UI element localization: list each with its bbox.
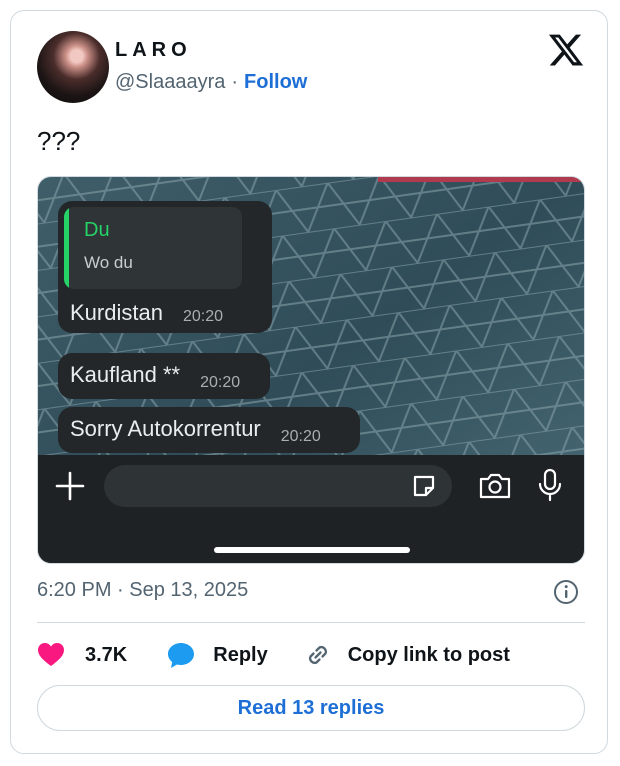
x-logo-icon[interactable] (547, 31, 585, 69)
message-input[interactable] (104, 465, 452, 507)
plus-icon[interactable] (53, 469, 87, 503)
tweet-timestamp[interactable]: 6:20 PM · Sep 13, 2025 (37, 579, 248, 602)
divider (37, 622, 585, 623)
quote-author: Du (84, 219, 110, 241)
media-attachment[interactable]: Du Wo du Kurdistan 20:20 Kaufland ** 20:… (37, 176, 585, 564)
like-count: 3.7K (85, 643, 128, 666)
copy-link-button[interactable]: Copy link to post (304, 641, 510, 669)
link-icon (308, 646, 327, 664)
message-time: 20:20 (182, 308, 223, 325)
message-bubble[interactable]: Kurdistan 20:20 (58, 295, 248, 333)
info-icon[interactable] (553, 579, 579, 605)
message-text: Sorry Autokorrentur (70, 416, 261, 441)
read-replies-button[interactable]: Read 13 replies (37, 685, 585, 731)
follow-button[interactable]: Follow (244, 71, 307, 94)
avatar[interactable] (37, 31, 109, 103)
author-name[interactable]: LARO (115, 39, 192, 62)
quoted-message[interactable]: Du Wo du (64, 207, 242, 289)
quote-text: Wo du (84, 253, 133, 272)
author-handle-row: @Slaaaayra · Follow (115, 71, 307, 94)
microphone-icon[interactable] (537, 468, 563, 502)
reply-button[interactable]: Reply (167, 641, 268, 669)
camera-icon[interactable] (478, 471, 512, 501)
message-time: 20:20 (200, 374, 241, 391)
message-bubble[interactable]: Sorry Autokorrentur 20:20 (58, 407, 360, 453)
heart-icon (38, 643, 64, 666)
message-bubble[interactable]: Kaufland ** 20:20 (58, 353, 270, 399)
message-text: Kaufland ** (70, 362, 181, 387)
action-bar: 3.7K Reply Copy link to post (37, 639, 510, 671)
message-text: Kurdistan (70, 300, 163, 325)
author-handle[interactable]: @Slaaaayra (115, 71, 225, 94)
reply-bubble-icon (168, 643, 195, 668)
reply-label: Reply (213, 643, 268, 666)
home-indicator (214, 547, 410, 553)
tweet-card: LARO @Slaaaayra · Follow ??? Du Wo du Ku… (10, 10, 608, 754)
separator-dot: · (231, 71, 239, 93)
message-time: 20:20 (280, 428, 321, 445)
tweet-text: ??? (37, 126, 81, 156)
copy-link-label: Copy link to post (347, 643, 510, 666)
quote-accent-bar (64, 207, 69, 289)
like-button[interactable]: 3.7K (37, 642, 127, 668)
sticker-icon[interactable] (410, 472, 438, 500)
chat-input-bar (38, 455, 584, 563)
